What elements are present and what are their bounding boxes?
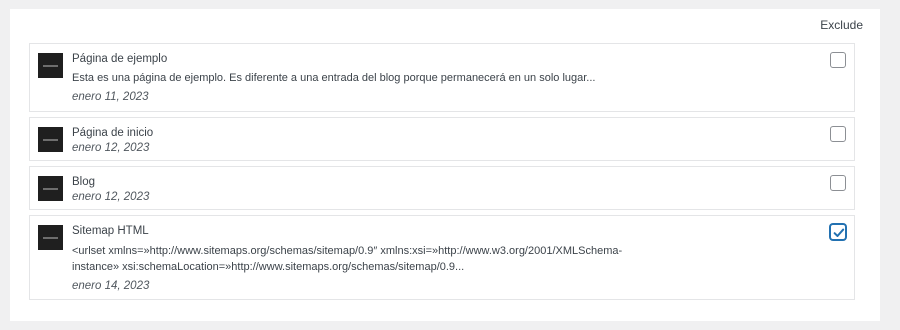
exclude-checkbox[interactable] (830, 126, 846, 142)
exclude-pages-panel: Exclude Página de ejemplo Esta es una pá… (10, 9, 880, 321)
exclude-checkbox[interactable] (830, 224, 846, 240)
item-date: enero 14, 2023 (72, 280, 150, 292)
item-date: enero 11, 2023 (72, 91, 149, 103)
list-item: Blog enero 12, 2023 (29, 166, 855, 210)
exclude-column-header: Exclude (820, 18, 863, 32)
list-item: Página de inicio enero 12, 2023 (29, 117, 855, 161)
checkmark-icon (833, 228, 845, 237)
item-title: Página de inicio (72, 127, 154, 139)
exclude-checkbox[interactable] (830, 175, 846, 191)
list-item: Página de ejemplo Esta es una página de … (29, 43, 855, 112)
item-excerpt: Esta es una página de ejemplo. Es difere… (72, 72, 596, 84)
post-thumbnail (38, 176, 63, 201)
item-title: Sitemap HTML (72, 225, 149, 237)
exclude-checkbox[interactable] (830, 52, 846, 68)
list-item: Sitemap HTML <urlset xmlns=»http://www.s… (29, 215, 855, 300)
post-thumbnail (38, 225, 63, 250)
item-excerpt: <urlset xmlns=»http://www.sitemaps.org/s… (72, 245, 623, 273)
item-date: enero 12, 2023 (72, 191, 150, 203)
post-thumbnail (38, 53, 63, 78)
item-date: enero 12, 2023 (72, 142, 150, 154)
item-title: Blog (72, 176, 96, 188)
post-thumbnail (38, 127, 63, 152)
item-title: Página de ejemplo (72, 53, 168, 65)
